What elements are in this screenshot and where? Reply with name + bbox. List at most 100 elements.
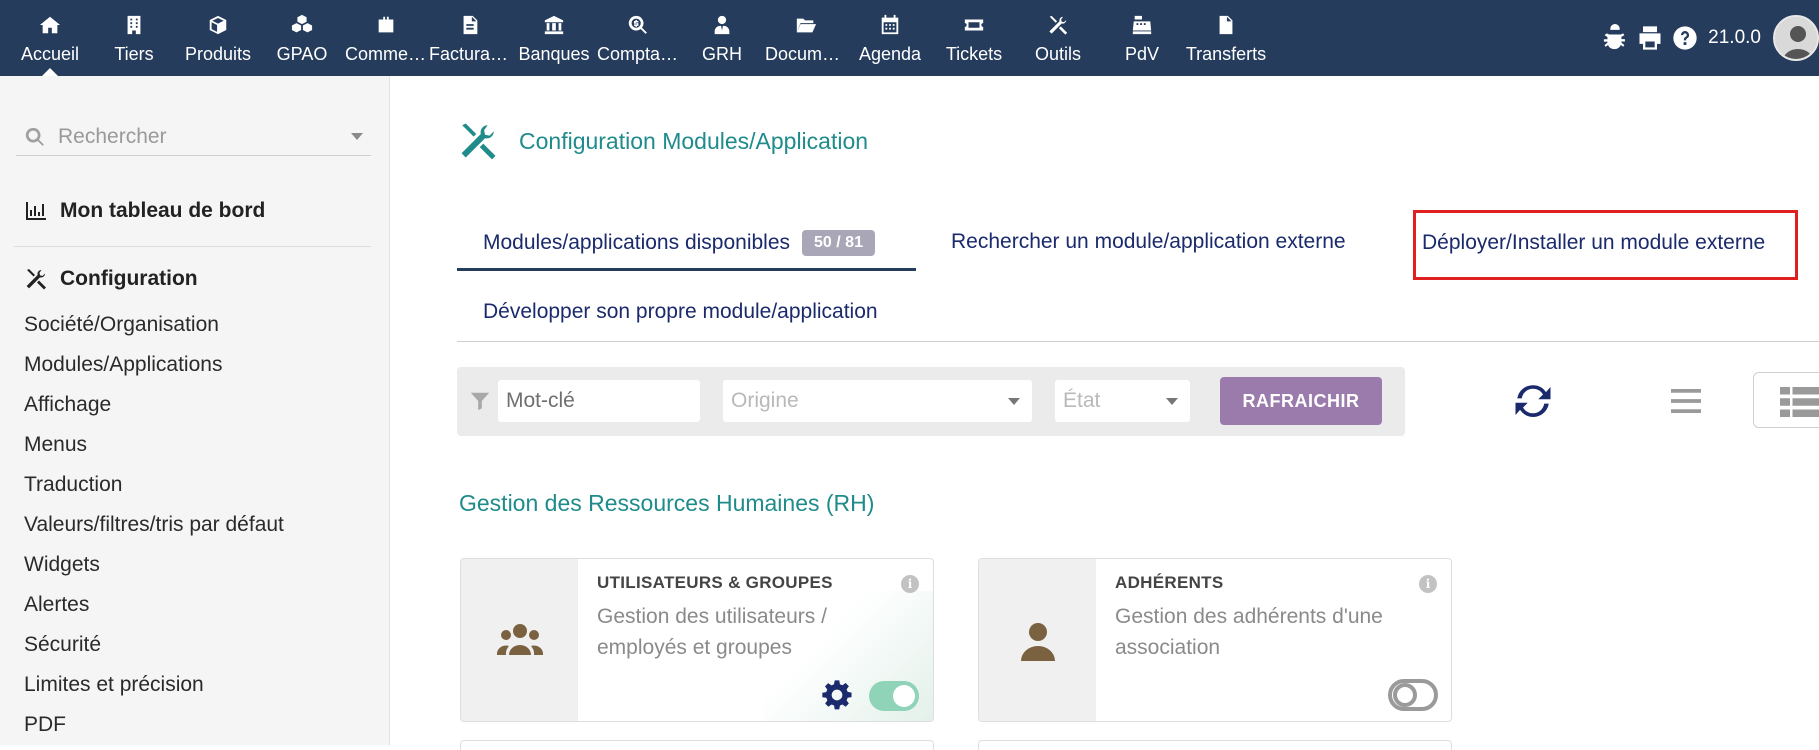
topnav-accueil[interactable]: Accueil bbox=[8, 0, 92, 76]
ticket-icon bbox=[964, 19, 984, 31]
sidebar-item-traduction[interactable]: Traduction bbox=[24, 465, 284, 505]
page-title-text: Configuration Modules/Application bbox=[519, 127, 869, 154]
state-placeholder: État bbox=[1063, 389, 1101, 412]
user-icon bbox=[1021, 623, 1055, 661]
topnav-label: Produits bbox=[184, 44, 252, 64]
cubes-icon bbox=[291, 14, 313, 33]
card-icon-pane bbox=[979, 559, 1096, 721]
module-card-next bbox=[460, 740, 934, 750]
tools-icon bbox=[461, 123, 496, 160]
sync-icon[interactable] bbox=[1512, 380, 1554, 422]
topnav-label: Outils bbox=[1034, 44, 1081, 64]
topnav-transferts[interactable]: Transferts bbox=[1184, 0, 1268, 76]
file-icon bbox=[1219, 15, 1233, 35]
topnav-label: Transferts bbox=[1185, 44, 1267, 64]
grid-view-button[interactable] bbox=[1753, 372, 1819, 428]
sidebar-item-limites[interactable]: Limites et précision bbox=[24, 665, 284, 705]
sidebar-item-menus[interactable]: Menus bbox=[24, 425, 284, 465]
topnav-pdv[interactable]: PdV bbox=[1100, 0, 1184, 76]
sidebar-dashboard-label: Mon tableau de bord bbox=[60, 199, 266, 222]
tab-modules-available-label: Modules/applications disponibles bbox=[483, 231, 791, 254]
topnav-outils[interactable]: Outils bbox=[1016, 0, 1100, 76]
info-icon[interactable]: i bbox=[1419, 575, 1437, 593]
tools-icon bbox=[26, 269, 46, 290]
topnav-label: Commercial bbox=[345, 44, 427, 64]
topnav-documents[interactable]: Documents bbox=[764, 0, 848, 76]
keyword-input[interactable]: Mot-clé bbox=[498, 380, 700, 422]
count-badge: 50 / 81 bbox=[802, 230, 875, 256]
topnav-label: Facturation bbox=[429, 44, 511, 64]
card-title: UTILISATEURS & GROUPES bbox=[597, 573, 833, 592]
topnav-tiers[interactable]: Tiers bbox=[92, 0, 176, 76]
module-card-adherents[interactable]: ADHÉRENTS Gestion des adhérents d'une as… bbox=[978, 558, 1452, 722]
sidebar-search-input[interactable]: Rechercher bbox=[16, 118, 371, 156]
filter-icon bbox=[470, 392, 490, 411]
topnav-gpao[interactable]: GPAO bbox=[260, 0, 344, 76]
sidebar-item-societe[interactable]: Société/Organisation bbox=[24, 305, 284, 345]
tab-develop-own[interactable]: Développer son propre module/application bbox=[483, 300, 878, 324]
topnav-tickets[interactable]: Tickets bbox=[932, 0, 1016, 76]
topnav-produits[interactable]: Produits bbox=[176, 0, 260, 76]
folder-open-icon bbox=[796, 18, 817, 33]
sidebar-item-securite[interactable]: Sécurité bbox=[24, 625, 284, 665]
topnav-label: Agenda bbox=[858, 44, 922, 64]
module-toggle-disabled[interactable] bbox=[1388, 679, 1438, 711]
sidebar-item-valeurs-defaut[interactable]: Valeurs/filtres/tris par défaut bbox=[24, 505, 284, 545]
tab-deploy-external[interactable]: Déployer/Installer un module externe bbox=[1413, 210, 1798, 280]
sidebar-item-alertes[interactable]: Alertes bbox=[24, 585, 284, 625]
origin-placeholder: Origine bbox=[731, 389, 799, 412]
section-title: Gestion des Ressources Humaines (RH) bbox=[459, 490, 875, 516]
top-menu-bar: Accueil Tiers Produits GPAO Commercial F… bbox=[0, 0, 1819, 76]
topnav-banques[interactable]: Banques bbox=[512, 0, 596, 76]
topnav-commercial[interactable]: Commercial bbox=[344, 0, 428, 76]
cash-register-icon bbox=[1132, 15, 1152, 35]
top-right-tools: 21.0.0 bbox=[1601, 0, 1819, 76]
module-card-users-groups[interactable]: UTILISATEURS & GROUPES Gestion des utili… bbox=[460, 558, 934, 722]
calendar-icon bbox=[881, 14, 899, 35]
invoice-icon bbox=[463, 15, 478, 35]
sidebar-divider bbox=[14, 246, 371, 247]
topnav-grh[interactable]: GRH bbox=[680, 0, 764, 76]
gear-icon[interactable] bbox=[821, 679, 853, 711]
state-select[interactable]: État bbox=[1055, 380, 1190, 422]
bug-icon[interactable] bbox=[1601, 24, 1629, 52]
topnav-comptabilite[interactable]: Comptabilité bbox=[596, 0, 680, 76]
sidebar-item-pdf[interactable]: PDF bbox=[24, 705, 284, 745]
list-view-icon[interactable] bbox=[1668, 383, 1704, 419]
origin-select[interactable]: Origine bbox=[723, 380, 1032, 422]
tools-icon bbox=[1049, 15, 1068, 35]
sidebar-item-configuration[interactable]: Configuration bbox=[24, 267, 198, 291]
card-icon-pane bbox=[461, 559, 578, 721]
search-icon bbox=[25, 127, 44, 146]
user-tie-icon bbox=[714, 15, 730, 35]
sidebar-item-affichage[interactable]: Affichage bbox=[24, 385, 284, 425]
tab-modules-available[interactable]: Modules/applications disponibles 50 / 81 bbox=[457, 216, 916, 271]
filter-bar: Mot-clé Origine État RAFRAICHIR bbox=[457, 367, 1405, 436]
sidebar-item-modules[interactable]: Modules/Applications bbox=[24, 345, 284, 385]
help-icon[interactable] bbox=[1671, 24, 1699, 52]
tab-search-external[interactable]: Rechercher un module/application externe bbox=[951, 230, 1346, 254]
building-icon bbox=[127, 15, 141, 35]
topnav-label: PdV bbox=[1124, 44, 1160, 64]
sidebar-item-dashboard[interactable]: Mon tableau de bord bbox=[24, 199, 265, 223]
sidebar-item-widgets[interactable]: Widgets bbox=[24, 545, 284, 585]
topnav-facturation[interactable]: Facturation bbox=[428, 0, 512, 76]
info-icon[interactable]: i bbox=[901, 575, 919, 593]
home-icon bbox=[39, 16, 61, 34]
chevron-down-icon bbox=[1008, 398, 1020, 405]
card-description: Gestion des utilisateurs / employés et g… bbox=[597, 605, 827, 659]
topnav-label: GPAO bbox=[276, 44, 328, 64]
toggle-knob bbox=[1393, 683, 1417, 707]
page-title: Configuration Modules/Application bbox=[457, 120, 868, 162]
cube-icon bbox=[209, 15, 227, 35]
topnav-label: Accueil bbox=[20, 44, 80, 64]
search-dollar-icon bbox=[628, 15, 647, 34]
module-toggle-enabled[interactable] bbox=[869, 681, 919, 711]
print-icon[interactable] bbox=[1636, 24, 1664, 52]
chart-line-icon bbox=[26, 202, 46, 220]
chevron-down-icon bbox=[351, 133, 363, 140]
topnav-agenda[interactable]: Agenda bbox=[848, 0, 932, 76]
refresh-button[interactable]: RAFRAICHIR bbox=[1220, 377, 1382, 425]
avatar[interactable] bbox=[1773, 15, 1819, 61]
topnav-label: Tiers bbox=[114, 44, 154, 64]
